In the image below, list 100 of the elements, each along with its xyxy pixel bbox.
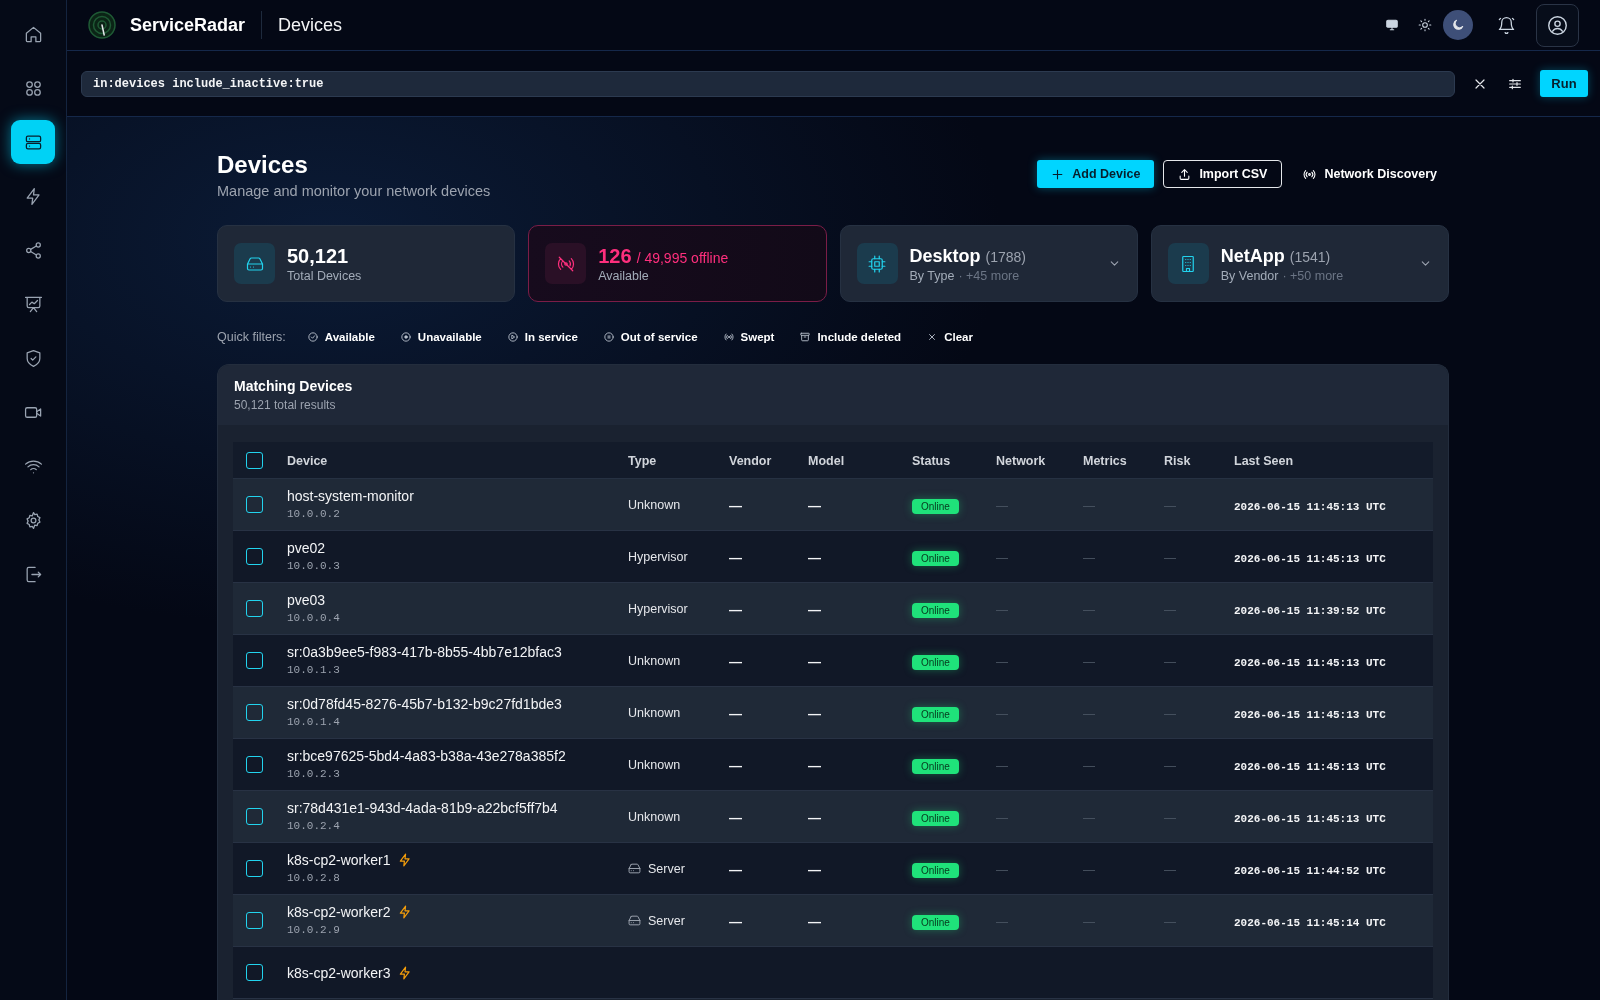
device-name[interactable]: sr:0a3b9ee5-f983-417b-8b55-4bb7e12bfac3 — [287, 643, 562, 661]
row-checkbox[interactable] — [246, 912, 263, 929]
quick-filter[interactable]: Clear — [927, 328, 973, 346]
table-cell: — — [729, 653, 742, 669]
quick-filter[interactable]: In service — [507, 328, 578, 346]
device-ip: 10.0.0.3 — [287, 559, 340, 574]
row-checkbox[interactable] — [246, 652, 263, 669]
sidebar-nav-button[interactable] — [11, 120, 55, 164]
device-name[interactable]: k8s-cp2-worker1 — [287, 851, 391, 869]
row-checkbox[interactable] — [246, 548, 263, 565]
status-badge: Online — [912, 810, 959, 826]
column-header[interactable]: Status — [912, 454, 951, 468]
table-cell: — — [729, 861, 742, 877]
dot-circle-icon — [400, 332, 411, 342]
status-badge: Online — [912, 758, 959, 774]
device-name[interactable]: sr:0d78fd45-8276-45b7-b132-b9c27fd1bde3 — [287, 695, 562, 713]
table-row[interactable]: k8s-cp2-worker2 10.0.2.9 Server — — Online — — — 2026-06-15 11:45:14 UTC — [233, 895, 1433, 947]
stat-label: By Vendor — [1220, 267, 1279, 284]
table-row[interactable]: k8s-cp2-worker1 10.0.2.8 Server — — Online — — — 2026-06-15 11:44:52 UTC — [233, 843, 1433, 895]
table-row[interactable]: sr:0d78fd45-8276-45b7-b132-b9c27fd1bde3 10.0.1.4 Unknown — — Online — — — 2026-06-15 11:45:13 UTC — [233, 687, 1433, 739]
device-type: Server — [648, 913, 685, 928]
share-icon — [23, 240, 43, 260]
query-input[interactable]: in:devices include_inactive:true — [81, 70, 1455, 97]
device-name[interactable]: host-system-monitor — [287, 487, 414, 505]
chip-icon — [856, 243, 898, 284]
row-checkbox[interactable] — [246, 496, 263, 513]
row-checkbox[interactable] — [246, 808, 263, 825]
device-name[interactable]: sr:78d431e1-943d-4ada-81b9-a22bcf5ff7b4 — [287, 799, 558, 817]
status-badge: Online — [912, 862, 959, 878]
table-cell: — — [996, 654, 1008, 669]
quick-filter[interactable]: Swept — [723, 328, 775, 346]
table-row[interactable]: pve03 10.0.0.4 Hypervisor — — Online — — — 2026-06-15 11:39:52 UTC — [233, 583, 1433, 635]
column-header[interactable]: Risk — [1164, 454, 1191, 468]
sun-icon — [1418, 18, 1432, 32]
column-header[interactable]: Type — [628, 454, 657, 468]
theme-option-button[interactable] — [1443, 10, 1473, 40]
column-header[interactable]: Vendor — [729, 454, 772, 468]
network-discovery-button[interactable]: Network Discovery — [1291, 160, 1449, 188]
column-header[interactable]: Model — [808, 454, 845, 468]
column-header[interactable]: Metrics — [1083, 454, 1127, 468]
table-row[interactable]: host-system-monitor 10.0.0.2 Unknown — — Online — — — 2026-06-15 11:45:13 UTC — [233, 479, 1433, 531]
table-cell: — — [808, 601, 821, 617]
stat-more: · +45 more — [958, 267, 1020, 284]
row-checkbox[interactable] — [246, 704, 263, 721]
row-checkbox[interactable] — [246, 860, 263, 877]
device-name[interactable]: pve02 — [287, 539, 326, 557]
stat-value: Desktop — [909, 244, 981, 268]
quick-filters-label: Quick filters: — [217, 330, 286, 344]
breakdown-card[interactable]: NetApp (1541) By Vendor · +50 more — [1150, 225, 1449, 302]
brand-name: ServiceRadar — [130, 14, 246, 36]
device-ip: 10.0.1.3 — [287, 663, 340, 678]
last-seen-time: 2026-06-15 11:45:13 UTC — [1234, 500, 1386, 513]
table-row[interactable]: sr:bce97625-5bd4-4a83-b38a-43e278a385f2 10.0.2.3 Unknown — — Online — — — 2026-06-15 11:45:13 UTC — [233, 739, 1433, 791]
table-cell: — — [1083, 758, 1095, 773]
select-all-checkbox[interactable] — [246, 451, 263, 469]
stat-count: (1541) — [1289, 248, 1331, 265]
device-ip: 10.0.2.4 — [287, 819, 340, 834]
add-device-button[interactable]: Add Device — [1037, 160, 1155, 188]
table-row[interactable]: k8s-cp2-worker3 — [233, 947, 1433, 999]
table-cell: — — [808, 809, 821, 825]
quick-filter[interactable]: Available — [307, 328, 375, 346]
archive-icon — [800, 332, 811, 342]
device-name[interactable]: k8s-cp2-worker3 — [287, 963, 391, 982]
row-checkbox[interactable] — [246, 756, 263, 773]
last-seen-time: 2026-06-15 11:45:13 UTC — [1234, 708, 1386, 721]
profile-button[interactable] — [1536, 3, 1579, 47]
run-button[interactable]: Run — [1540, 70, 1588, 97]
device-ip: 10.0.0.4 — [287, 611, 340, 626]
building-icon — [1167, 243, 1209, 284]
breakdown-card[interactable]: Desktop (1788) By Type · +45 more — [839, 225, 1138, 302]
quick-filter[interactable]: Include deleted — [800, 328, 902, 346]
import-csv-button[interactable]: Import CSV — [1163, 160, 1283, 188]
quick-filter[interactable]: Unavailable — [400, 328, 482, 346]
quick-filter[interactable]: Out of service — [603, 328, 698, 346]
table-cell: — — [729, 809, 742, 825]
table-cell: — — [996, 810, 1008, 825]
table-cell: — — [1083, 810, 1095, 825]
table-row[interactable]: sr:0a3b9ee5-f983-417b-8b55-4bb7e12bfac3 10.0.1.3 Unknown — — Online — — — 2026-06-15 11:45:13 UTC — [233, 635, 1433, 687]
device-name[interactable]: k8s-cp2-worker2 — [287, 903, 391, 921]
stat-label: Available — [598, 267, 649, 284]
settings-icon — [23, 510, 43, 530]
table-row[interactable]: sr:78d431e1-943d-4ada-81b9-a22bcf5ff7b4 10.0.2.4 Unknown — — Online — — — 2026-06-15 11:45:13 UTC — [233, 791, 1433, 843]
column-header[interactable]: Device — [287, 454, 328, 468]
table-cell: — — [1083, 550, 1095, 565]
device-type: Unknown — [628, 757, 681, 772]
table-cell: — — [1164, 602, 1176, 617]
stat-label: Total Devices — [287, 267, 362, 284]
table-cell: — — [1164, 550, 1176, 565]
row-checkbox[interactable] — [246, 600, 263, 617]
table-cell: — — [729, 497, 742, 513]
status-badge: Online — [912, 498, 959, 514]
table-row[interactable]: pve02 10.0.0.3 Hypervisor — — Online — — — 2026-06-15 11:45:13 UTC — [233, 531, 1433, 583]
device-name[interactable]: pve03 — [287, 591, 326, 609]
device-name[interactable]: sr:bce97625-5bd4-4a83-b38a-43e278a385f2 — [287, 747, 566, 765]
row-checkbox[interactable] — [246, 964, 263, 981]
stat-label: By Type — [909, 267, 955, 284]
user-avatar-icon — [1547, 14, 1568, 36]
column-header[interactable]: Network — [996, 454, 1046, 468]
table-title: Matching Devices — [234, 378, 354, 395]
column-header[interactable]: Last Seen — [1234, 454, 1294, 468]
